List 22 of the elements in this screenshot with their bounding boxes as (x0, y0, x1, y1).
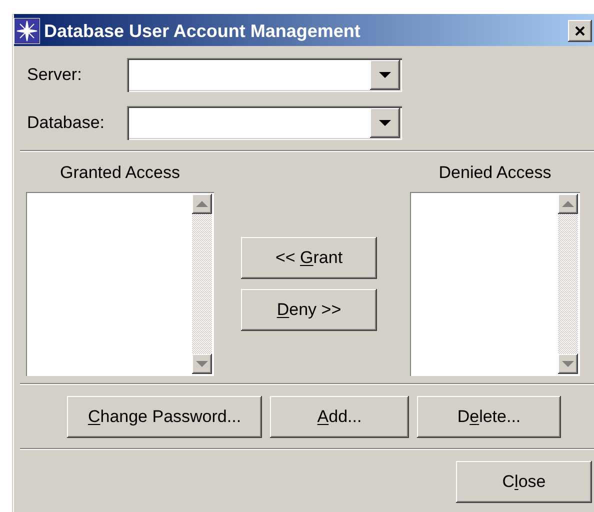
scrollbar[interactable] (558, 194, 578, 374)
caret-icon (379, 120, 391, 126)
list-title: Granted Access (60, 162, 180, 184)
scrollbar[interactable] (192, 194, 212, 374)
add-button[interactable]: Add... (270, 396, 409, 438)
grant-button[interactable]: << Grant (241, 237, 377, 279)
combo-box[interactable] (127, 106, 402, 140)
field-label: Server: (27, 65, 83, 85)
deny-button[interactable]: Deny >> (241, 289, 377, 331)
field-label: Database: (27, 113, 106, 133)
delete-button[interactable]: Delete... (417, 396, 561, 438)
close-button[interactable] (568, 20, 592, 42)
dropdown-button[interactable] (370, 60, 400, 90)
list-title: Denied Access (438, 162, 552, 184)
caret-icon (379, 72, 391, 78)
close-icon (574, 25, 586, 37)
window-title: Database User Account Management (44, 20, 362, 42)
close-dialog-button[interactable]: Close (456, 461, 592, 503)
dropdown-button[interactable] (370, 108, 400, 138)
change-password-button[interactable]: Change Password... (67, 396, 262, 438)
combo-box[interactable] (127, 58, 402, 92)
sparkle-icon (14, 18, 40, 44)
